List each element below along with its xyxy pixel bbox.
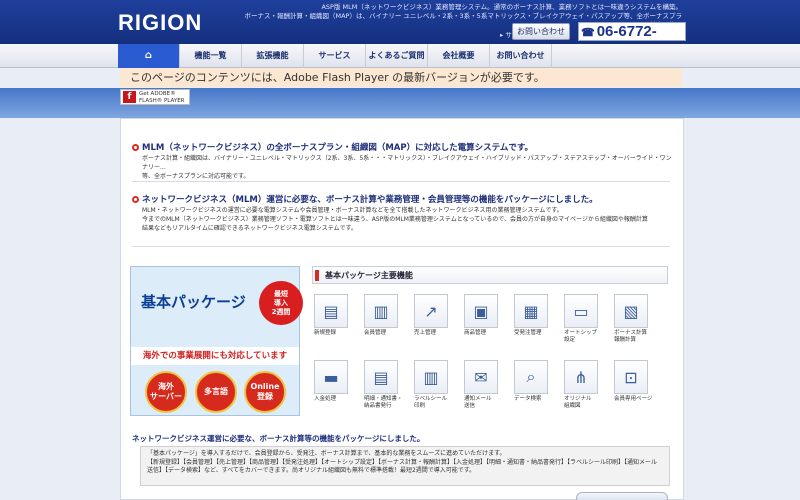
feature-search[interactable]: ⌕ データ検索 bbox=[514, 360, 556, 403]
nav-services[interactable]: サービス bbox=[304, 44, 366, 68]
feature-member-page[interactable]: ⊡ 会員専用ページ bbox=[614, 360, 656, 403]
search-icon: ⌕ bbox=[514, 360, 548, 394]
section1-title: MLM（ネットワークビジネス）の全ボーナスプラン・組織図（MAP）に対応した電算… bbox=[132, 141, 533, 153]
overseas-server-medal: 海外 サーバー bbox=[145, 371, 187, 413]
feature-documents[interactable]: ▤ 明細・通知書・ 納品書発行 bbox=[364, 360, 406, 410]
section2-body: MLM・ネットワークビジネスの運営に必要な電算システムや会員管理・ボーナス計算な… bbox=[142, 206, 672, 233]
documents-icon: ▤ bbox=[364, 360, 398, 394]
nav-features[interactable]: 機能一覧 bbox=[180, 44, 242, 68]
section2-body-line1: MLM・ネットワークビジネスの運営に必要な電算システムや会員管理・ボーナス計算な… bbox=[142, 207, 563, 214]
flash-badge-line1: Get ADOBE® bbox=[139, 91, 176, 97]
members-icon: ▥ bbox=[364, 294, 398, 328]
feature-register[interactable]: ▤ 新規登録 bbox=[314, 294, 356, 337]
phone-icon: ☎ bbox=[581, 27, 595, 39]
basic-package-card[interactable]: 基本パッケージ 最短 導入 2週間 海外での事業展開にも対応しています 海外 サ… bbox=[130, 266, 303, 416]
section2-title-text: ネットワークビジネス（MLM）運営に必要な、ボーナス計算や業務管理・会員管理等の… bbox=[142, 195, 598, 205]
overseas-support-text: 海外での事業展開にも対応しています bbox=[131, 347, 299, 365]
register-icon: ▤ bbox=[314, 294, 348, 328]
nav-faq[interactable]: よくあるご質問 bbox=[366, 44, 428, 68]
flash-icon: f bbox=[123, 91, 136, 103]
autoship-icon: ▭ bbox=[564, 294, 598, 328]
feature-autoship[interactable]: ▭ オートシップ 設定 bbox=[564, 294, 606, 344]
bonus-icon: ▧ bbox=[614, 294, 648, 328]
mail-icon: ✉ bbox=[464, 360, 498, 394]
online-registration-medal: Online 登録 bbox=[244, 371, 286, 413]
get-flash-badge[interactable]: f Get ADOBE® FLASH® PLAYER bbox=[120, 89, 190, 105]
section1-body-line1: ボーナス計算・組織図は、バイナリー・ユニレベル・マトリックス（2系、3系、5系・… bbox=[142, 155, 672, 171]
payment-icon: ▬ bbox=[314, 360, 348, 394]
bottom-section-title: ネットワークビジネス運営に必要な、ボーナス計算等の機能をパッケージにしました。 bbox=[132, 434, 425, 443]
section1-body-line2: 等、全ボーナスプランに対応可能です。 bbox=[142, 173, 250, 180]
feature-payment[interactable]: ▬ 入金処理 bbox=[314, 360, 356, 403]
features-heading-text: 基本パッケージ主要機能 bbox=[325, 271, 413, 280]
orgchart-icon: ⋔ bbox=[564, 360, 598, 394]
feature-bonus[interactable]: ▧ ボーナス計算 報酬計算 bbox=[614, 294, 656, 344]
feature-label[interactable]: ▥ ラベルシール 印刷 bbox=[414, 360, 456, 410]
section2-body-line3: 結果などもリアルタイムに確認できるネットワークビジネス電算システムです。 bbox=[142, 225, 357, 232]
feature-orgchart[interactable]: ⋔ オリジナル 組織図 bbox=[564, 360, 606, 410]
features-heading: 基本パッケージ主要機能 bbox=[312, 266, 668, 284]
multilingual-medal: 多言語 bbox=[195, 371, 237, 413]
nav-extensions[interactable]: 拡張機能 bbox=[242, 44, 304, 68]
bottom-line1: 「基本パッケージ」を導入するだけで、会員登録から、受発注、ボーナス計算まで、基本… bbox=[147, 450, 506, 457]
section1-title-text: MLM（ネットワークビジネス）の全ボーナスプラン・組織図（MAP）に対応した電算… bbox=[142, 143, 533, 153]
more-button[interactable] bbox=[576, 492, 668, 500]
phone-number[interactable]: ☎06-6772-7701 bbox=[578, 22, 686, 59]
nav-company[interactable]: 会社概要 bbox=[428, 44, 490, 68]
label-icon: ▥ bbox=[414, 360, 448, 394]
bottom-line2: 【新規登録】【会員管理】【売上管理】【商品管理】【受発注処理】【オートシップ設定… bbox=[147, 458, 658, 466]
section2-title: ネットワークビジネス（MLM）運営に必要な、ボーナス計算や業務管理・会員管理等の… bbox=[132, 193, 598, 205]
feature-members[interactable]: ▥ 会員管理 bbox=[364, 294, 406, 337]
tagline-line-1: ASP版 MLM（ネットワークビジネス）業務管理システム。通常のボーナス計算、業… bbox=[321, 3, 682, 11]
nav-contact[interactable]: お問い合わせ bbox=[490, 44, 552, 68]
section2-body-line2: 今までのMLM（ネットワークビジネス）業務管理ソフト・電算ソフトとは一味違う、A… bbox=[142, 216, 648, 223]
bullet-icon bbox=[132, 196, 139, 203]
site-logo[interactable]: RIGION bbox=[118, 10, 202, 36]
sales-icon: ↗ bbox=[414, 294, 448, 328]
flash-badge-line2: FLASH® PLAYER bbox=[139, 98, 185, 104]
feature-mail[interactable]: ✉ 通知メール 送信 bbox=[464, 360, 506, 410]
orders-icon: ▦ bbox=[514, 294, 548, 328]
shortest-install-badge: 最短 導入 2週間 bbox=[259, 281, 303, 325]
package-title: 基本パッケージ bbox=[141, 293, 246, 311]
divider bbox=[132, 246, 670, 247]
home-icon: ⌂ bbox=[144, 50, 153, 61]
products-icon: ▣ bbox=[464, 294, 498, 328]
site-header: RIGION ASP版 MLM（ネットワークビジネス）業務管理システム。通常のボ… bbox=[0, 0, 800, 59]
feature-products[interactable]: ▣ 商品管理 bbox=[464, 294, 506, 337]
flash-required-banner: このページのコンテンツには、Adobe Flash Player の最新バージョ… bbox=[120, 68, 682, 87]
nav-home[interactable]: ⌂ bbox=[118, 44, 180, 68]
section1-body: ボーナス計算・組織図は、バイナリー・ユニレベル・マトリックス（2系、3系、5系・… bbox=[142, 154, 672, 181]
divider bbox=[132, 181, 670, 182]
bullet-icon bbox=[132, 144, 139, 151]
feature-orders[interactable]: ▦ 受発注管理 bbox=[514, 294, 556, 337]
header-contact-button[interactable]: お問い合わせ bbox=[512, 23, 570, 40]
bottom-description-box: 「基本パッケージ」を導入するだけで、会員登録から、受発注、ボーナス計算まで、基本… bbox=[140, 446, 670, 486]
main-nav: ⌂ 機能一覧 拡張機能 サービス よくあるご質問 会社概要 お問い合わせ bbox=[0, 44, 800, 68]
feature-sales[interactable]: ↗ 売上管理 bbox=[414, 294, 456, 337]
bottom-line3: 送信】【データ検索】など、すべてをカバーできます。尚オリジナル組織図も無料で標準… bbox=[147, 467, 476, 474]
lock-icon: ⊡ bbox=[614, 360, 648, 394]
